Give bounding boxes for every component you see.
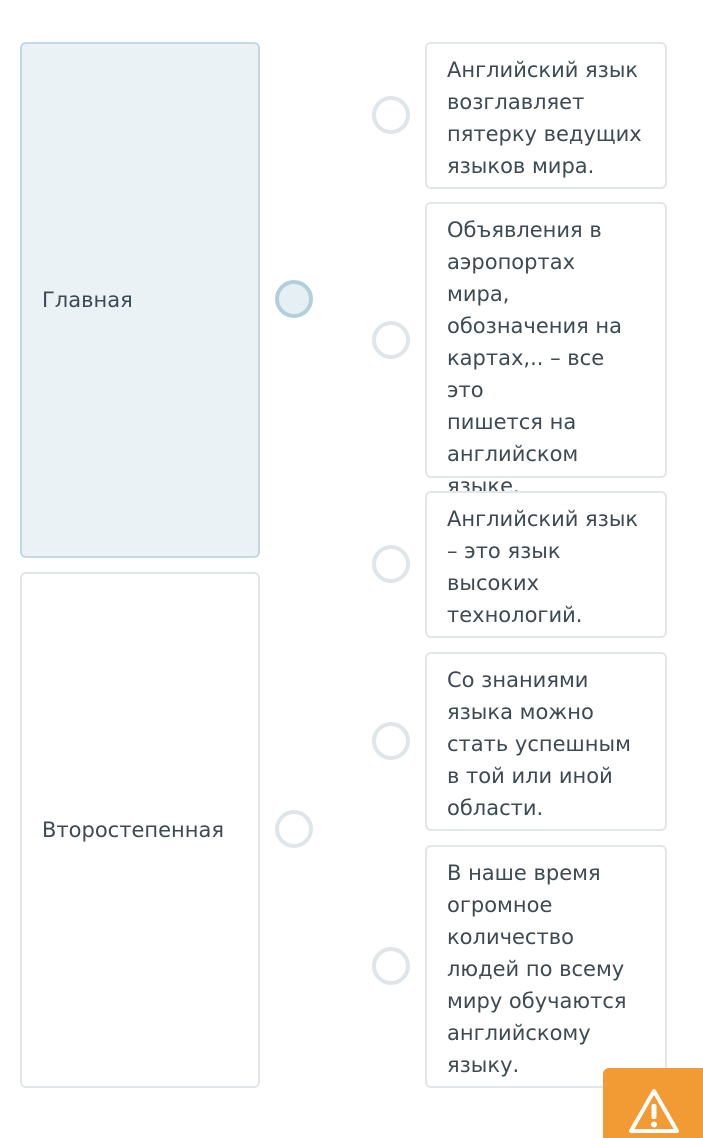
statement-2-text: Объявления в аэропортах мира, обозначени…	[447, 218, 623, 498]
statement-1-connector[interactable]	[372, 96, 410, 134]
category-secondary-connector[interactable]	[275, 810, 313, 848]
matching-question: Главная Второстепенная Английский язык в…	[0, 0, 703, 1138]
statement-4-connector[interactable]	[372, 722, 410, 760]
statement-5-connector[interactable]	[372, 947, 410, 985]
statement-1-text: Английский язык возглавляет пятерку веду…	[447, 58, 642, 178]
statement-1[interactable]: Английский язык возглавляет пятерку веду…	[425, 42, 667, 189]
statement-2[interactable]: Объявления в аэропортах мира, обозначени…	[425, 202, 667, 498]
statement-3-text: Английский язык – это язык высоких техно…	[447, 507, 639, 627]
report-button[interactable]	[603, 1068, 703, 1138]
statement-4-text: Со знаниями языка можно стать успешным в…	[447, 668, 631, 820]
statement-5[interactable]: В наше время огромное количество людей п…	[425, 845, 667, 1088]
statement-3-connector[interactable]	[372, 545, 410, 583]
statement-2-connector[interactable]	[372, 321, 410, 359]
category-main[interactable]: Главная	[20, 42, 260, 558]
warning-icon	[629, 1089, 679, 1133]
category-secondary-label: Второстепенная	[42, 818, 224, 842]
category-secondary[interactable]: Второстепенная	[20, 572, 260, 1088]
statement-4[interactable]: Со знаниями языка можно стать успешным в…	[425, 652, 667, 831]
category-main-label: Главная	[42, 288, 133, 312]
category-main-connector[interactable]	[275, 280, 313, 318]
statement-5-text: В наше время огромное количество людей п…	[447, 861, 627, 1077]
statement-3[interactable]: Английский язык – это язык высоких техно…	[425, 491, 667, 638]
